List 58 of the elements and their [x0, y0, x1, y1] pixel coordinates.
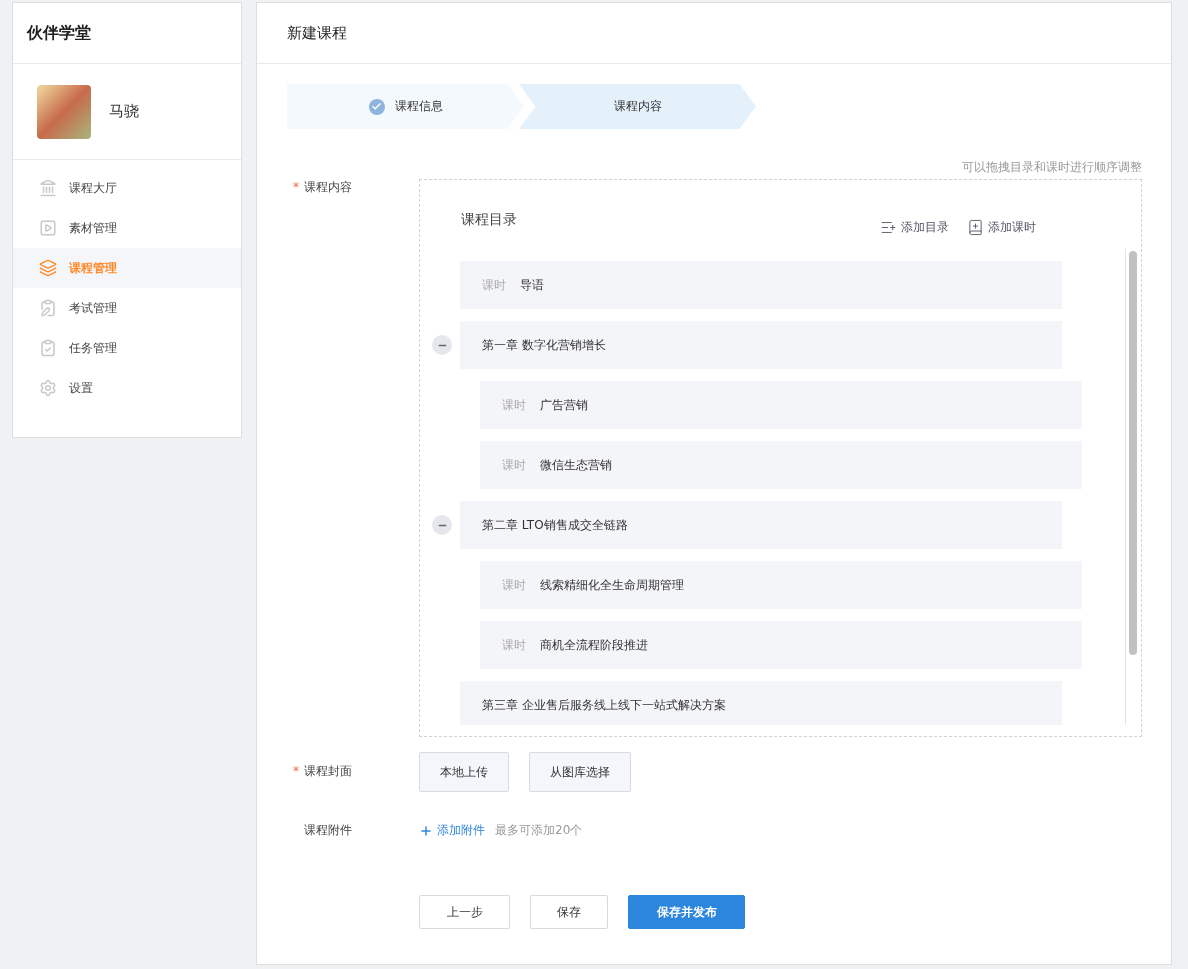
attachment-note: 最多可添加20个 [495, 822, 583, 839]
plus-icon [419, 823, 433, 838]
chapter-row[interactable]: 第三章 企业售后服务线上线下一站式解决方案 [460, 681, 1062, 725]
add-link[interactable]: 添加课时 [967, 218, 1036, 236]
brand-title: 伙伴学堂 [13, 3, 241, 64]
field-label: 课程内容 [304, 179, 352, 196]
lesson-title: 线索精细化全生命周期管理 [540, 576, 684, 594]
sidebar-item[interactable]: 任务管理 [13, 328, 241, 368]
step-tab[interactable]: 课程内容 [519, 84, 756, 129]
footer-button[interactable]: 保存并发布 [628, 895, 745, 929]
add-attachment-link[interactable]: 添加附件 [419, 822, 485, 839]
scrollbar-thumb[interactable] [1129, 251, 1137, 655]
clipboard-icon [39, 299, 57, 317]
lesson-title: 导语 [520, 276, 544, 294]
play-icon [39, 219, 57, 237]
user-name: 马骁 [109, 102, 139, 121]
clipboard-check-icon [39, 339, 57, 357]
bank-icon [39, 179, 57, 197]
lesson-tag: 课时 [502, 576, 526, 594]
page-title: 新建课程 [257, 3, 1171, 64]
lesson-tag: 课时 [482, 276, 506, 294]
sidebar-item[interactable]: 素材管理 [13, 208, 241, 248]
catalog-title: 课程目录 [461, 211, 517, 229]
step-tab[interactable]: 课程信息 [287, 84, 524, 129]
lesson-title: 商机全流程阶段推进 [540, 636, 648, 654]
upload-button[interactable]: 从图库选择 [529, 752, 631, 792]
footer-button[interactable]: 上一步 [419, 895, 510, 929]
photo-placeholder [37, 84, 91, 139]
field-label: 课程封面 [304, 763, 352, 780]
drag-hint: 可以拖拽目录和课时进行顺序调整 [961, 159, 1142, 176]
field-label: 课程附件 [304, 822, 352, 839]
lesson-row[interactable]: 课时 微信生态营销 [480, 441, 1082, 489]
book-add-icon [967, 218, 984, 236]
lesson-row[interactable]: 课时 线索精细化全生命周期管理 [480, 561, 1082, 609]
required-mark: * [293, 763, 300, 780]
chapter-title: 第一章 数字化营销增长 [482, 336, 606, 354]
lesson-tag: 课时 [502, 396, 526, 414]
check-icon [368, 98, 385, 115]
lesson-title: 微信生态营销 [540, 456, 612, 474]
chapter-title: 第三章 企业售后服务线上线下一站式解决方案 [482, 696, 726, 714]
footer-button[interactable]: 保存 [530, 895, 608, 929]
lesson-row[interactable]: 课时 广告营销 [480, 381, 1082, 429]
required-mark: * [293, 179, 300, 196]
lesson-title: 广告营销 [540, 396, 588, 414]
layers-icon [39, 259, 57, 277]
upload-button[interactable]: 本地上传 [419, 752, 509, 792]
add-link[interactable]: 添加目录 [880, 218, 949, 236]
sidebar-item[interactable]: 课程大厅 [13, 168, 241, 208]
lesson-tag: 课时 [502, 636, 526, 654]
chapter-title: 第二章 LTO销售成交全链路 [482, 516, 628, 534]
collapse-toggle[interactable] [432, 515, 452, 535]
lesson-row[interactable]: 课时 商机全流程阶段推进 [480, 621, 1082, 669]
lesson-row[interactable]: 课时 导语 [460, 261, 1062, 309]
lesson-tag: 课时 [502, 456, 526, 474]
settings-icon [39, 379, 57, 397]
collapse-toggle[interactable] [432, 335, 452, 355]
sidebar-item[interactable]: 考试管理 [13, 288, 241, 328]
sidebar-item[interactable]: 设置 [13, 368, 241, 408]
